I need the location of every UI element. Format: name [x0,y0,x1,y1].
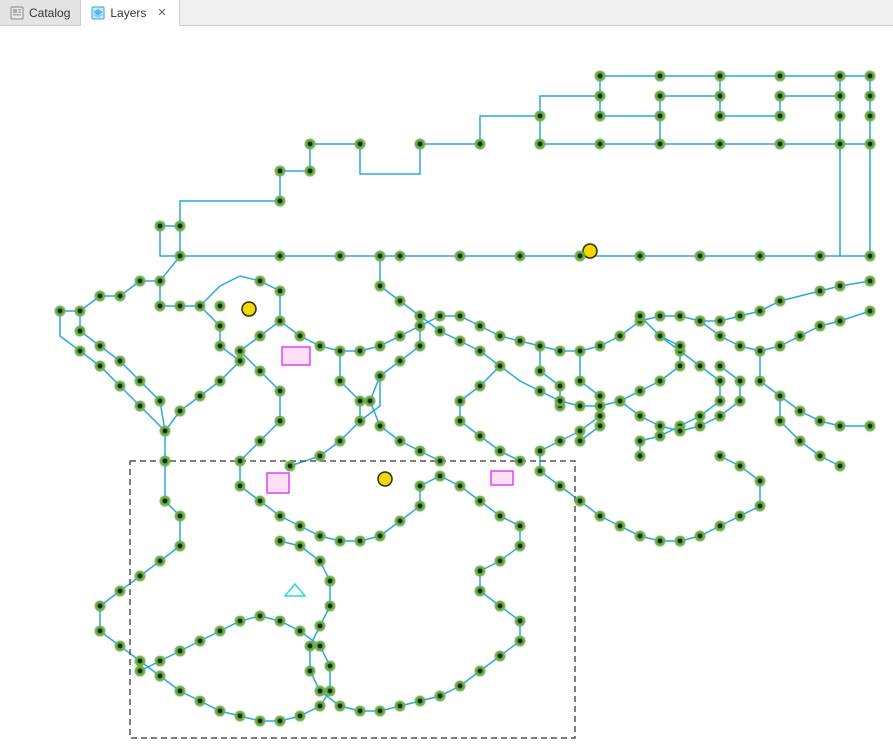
cyan-arrow [285,584,305,596]
tab-bar: Catalog Layers ✕ [0,0,893,26]
map-canvas [0,26,893,747]
catalog-tab-label: Catalog [29,6,70,20]
pink-box-1 [282,347,310,365]
special-node-yellow-3 [378,472,392,486]
tab-layers[interactable]: Layers ✕ [81,0,179,26]
pink-box-2 [267,473,289,493]
map-area[interactable] [0,26,893,747]
special-node-yellow-1 [242,302,256,316]
pink-box-3 [491,471,513,485]
special-node-yellow-2 [583,244,597,258]
layers-icon [91,6,105,20]
layers-tab-label: Layers [110,6,146,20]
layers-tab-close[interactable]: ✕ [155,5,168,20]
selection-box [130,461,575,738]
tab-catalog[interactable]: Catalog [0,0,81,25]
catalog-icon [10,6,24,20]
